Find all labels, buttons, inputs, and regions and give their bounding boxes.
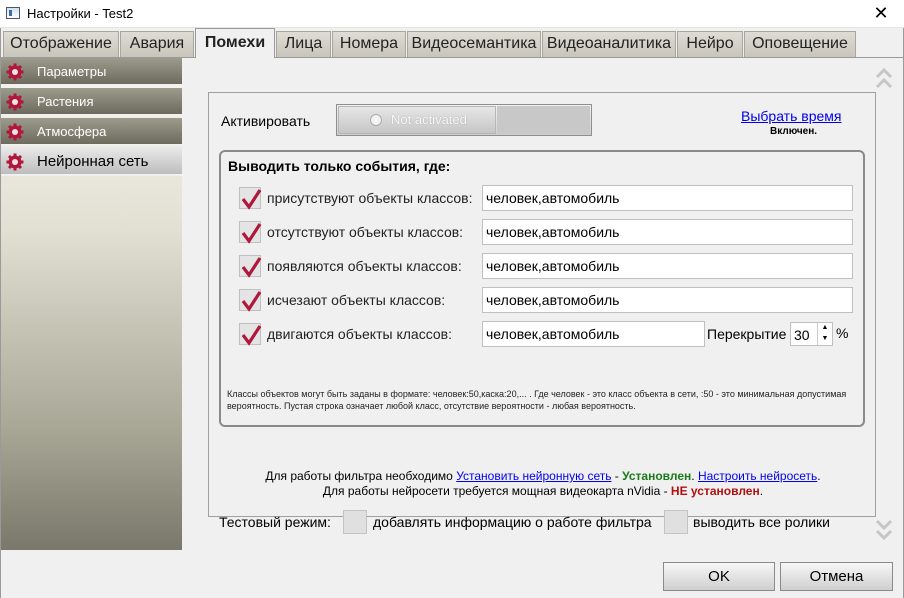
filter-checkbox[interactable] bbox=[239, 187, 262, 210]
stepper-up-icon[interactable]: ▲ bbox=[819, 323, 831, 333]
sidebar-item-neural-network[interactable]: Нейронная сеть bbox=[1, 148, 182, 176]
checkmark-icon bbox=[241, 223, 262, 244]
tab-bar: Отображение Авария Помехи Лица Номера Ви… bbox=[3, 28, 903, 58]
installed-status: Установлен bbox=[622, 469, 692, 483]
scroll-down-icon[interactable] bbox=[875, 516, 893, 542]
info-text: . bbox=[817, 469, 821, 483]
tab-alarm[interactable]: Авария bbox=[120, 31, 194, 57]
gpu-status: НЕ установлен bbox=[670, 484, 760, 498]
tab-notification[interactable]: Оповещение bbox=[744, 31, 856, 57]
test-option2-label: выводить все ролики bbox=[693, 514, 830, 530]
close-button[interactable]: ✕ bbox=[858, 0, 904, 28]
activate-toggle[interactable]: Not activated bbox=[336, 104, 592, 136]
sidebar-item-plants[interactable]: Растения bbox=[1, 88, 182, 116]
tab-neuro[interactable]: Нейро bbox=[677, 31, 743, 57]
overlap-unit: % bbox=[836, 325, 849, 341]
filter-hint: Классы объектов могут быть заданы в форм… bbox=[227, 389, 847, 411]
class-input-present[interactable] bbox=[482, 185, 853, 211]
tab-interference[interactable]: Помехи bbox=[195, 28, 275, 58]
filter-row: исчезают объекты классов: bbox=[239, 287, 859, 315]
sidebar-item-label: Параметры bbox=[37, 64, 107, 79]
class-input-moving[interactable] bbox=[482, 321, 705, 347]
checkmark-icon bbox=[241, 189, 262, 210]
overlap-value: 30 bbox=[794, 327, 810, 343]
tab-plates[interactable]: Номера bbox=[332, 31, 406, 57]
filter-row-label: присутствуют объекты классов: bbox=[267, 190, 473, 206]
filter-row: двигаются объекты классов: Перекрытие 30… bbox=[239, 321, 859, 349]
sidebar-item-atmosphere[interactable]: Атмосфера bbox=[1, 118, 182, 146]
tab-faces[interactable]: Лица bbox=[276, 31, 331, 57]
info-line-2: Для работы нейросети требуется мощная ви… bbox=[209, 484, 877, 498]
tab-display[interactable]: Отображение bbox=[3, 31, 119, 57]
radio-icon bbox=[370, 114, 382, 126]
stepper-down-icon[interactable]: ▼ bbox=[819, 334, 831, 344]
close-icon: ✕ bbox=[873, 3, 889, 23]
neural-network-panel: Активировать Not activated Выбрать время… bbox=[208, 92, 877, 534]
activate-label: Активировать bbox=[221, 113, 311, 129]
checkmark-icon bbox=[241, 291, 262, 312]
test-option2-checkbox[interactable] bbox=[664, 510, 688, 534]
scroll-up-icon[interactable] bbox=[875, 66, 893, 92]
filter-checkbox[interactable] bbox=[239, 289, 262, 312]
test-option1-checkbox[interactable] bbox=[343, 510, 367, 534]
info-text: Для работы фильтра необходимо bbox=[265, 469, 457, 483]
gear-icon bbox=[6, 153, 24, 171]
filter-row: присутствуют объекты классов: bbox=[239, 185, 859, 213]
filter-row-label: исчезают объекты классов: bbox=[267, 292, 446, 308]
window-title: Настройки - Test2 bbox=[27, 6, 134, 21]
info-text: - bbox=[611, 469, 623, 483]
filter-title: Выводить только события, где: bbox=[228, 158, 451, 174]
filter-row-label: двигаются объекты классов: bbox=[267, 326, 452, 342]
overlap-label: Перекрытие bbox=[707, 326, 787, 342]
overlap-stepper[interactable]: 30 ▲ ▼ bbox=[790, 322, 833, 346]
checkmark-icon bbox=[241, 257, 262, 278]
toggle-track bbox=[497, 106, 590, 134]
gear-icon bbox=[6, 63, 24, 81]
filter-row-label: появляются объекты классов: bbox=[267, 258, 462, 274]
install-network-link[interactable]: Установить нейронную сеть bbox=[456, 469, 611, 483]
sidebar-item-label: Растения bbox=[37, 94, 94, 109]
filter-checkbox[interactable] bbox=[239, 255, 262, 278]
class-input-absent[interactable] bbox=[482, 219, 853, 245]
gear-icon bbox=[6, 93, 24, 111]
sidebar-item-label: Нейронная сеть bbox=[37, 153, 149, 170]
cancel-button[interactable]: Отмена bbox=[780, 562, 893, 591]
test-mode-label: Тестовый режим: bbox=[219, 514, 331, 530]
filter-row: отсутствуют объекты классов: bbox=[239, 219, 859, 247]
filter-checkbox[interactable] bbox=[239, 221, 262, 244]
gear-icon bbox=[6, 123, 24, 141]
sidebar-item-label: Атмосфера bbox=[37, 124, 107, 139]
sidebar-item-parameters[interactable]: Параметры bbox=[1, 58, 182, 86]
class-input-appear[interactable] bbox=[482, 253, 853, 279]
class-input-disappear[interactable] bbox=[482, 287, 853, 313]
filter-row-label: отсутствуют объекты классов: bbox=[267, 224, 464, 240]
tab-videosemantics[interactable]: Видеосемантика bbox=[407, 31, 541, 57]
info-line-1: Для работы фильтра необходимо Установить… bbox=[209, 469, 877, 483]
title-bar: Настройки - Test2 ✕ bbox=[0, 0, 904, 28]
info-text: Для работы нейросети требуется мощная ви… bbox=[322, 484, 671, 498]
configure-network-link[interactable]: Настроить нейросеть bbox=[698, 469, 817, 483]
info-text: . bbox=[759, 484, 764, 498]
schedule-status: Включен. bbox=[770, 126, 818, 137]
filter-group: Выводить только события, где: присутству… bbox=[219, 150, 865, 427]
pick-time-link[interactable]: Выбрать время bbox=[741, 108, 842, 124]
stepper-arrows: ▲ ▼ bbox=[817, 323, 832, 345]
filter-row: появляются объекты классов: bbox=[239, 253, 859, 281]
checkmark-icon bbox=[241, 325, 262, 346]
sidebar: Параметры Растения Атмосфера Нейронная с… bbox=[1, 58, 182, 550]
info-text: . bbox=[691, 469, 698, 483]
ok-button[interactable]: OK bbox=[663, 562, 775, 591]
tab-videoanalytics[interactable]: Видеоаналитика bbox=[542, 31, 676, 57]
test-option1-label: добавлять информацию о работе фильтра bbox=[373, 514, 652, 530]
app-icon bbox=[6, 7, 20, 19]
settings-window: Отображение Авария Помехи Лица Номера Ви… bbox=[0, 28, 904, 598]
filter-checkbox[interactable] bbox=[239, 323, 262, 346]
toggle-text: Not activated bbox=[391, 112, 467, 127]
